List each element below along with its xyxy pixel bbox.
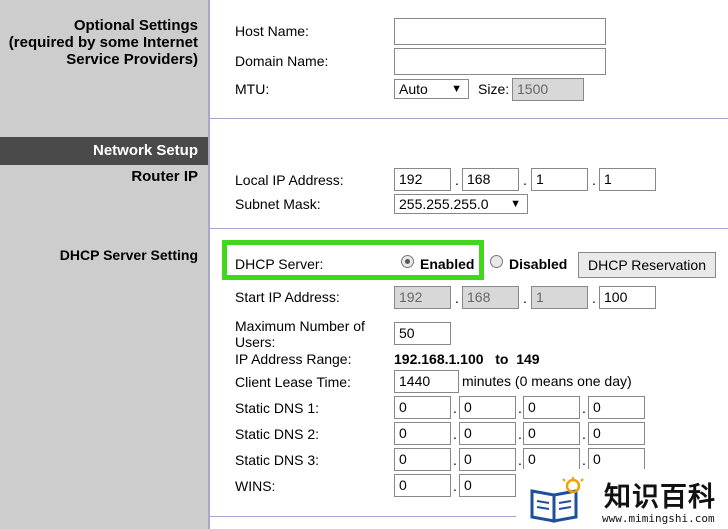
ip-dot: . bbox=[592, 290, 596, 306]
ip-dot: . bbox=[455, 172, 459, 188]
static-dns3-label: Static DNS 3: bbox=[235, 452, 320, 468]
dropdown-arrow-icon: ▼ bbox=[510, 198, 521, 210]
watermark-title: 知识百科 bbox=[604, 482, 716, 513]
ip-dot: . bbox=[582, 452, 586, 468]
domain-name-label: Domain Name: bbox=[235, 53, 329, 69]
ip-dot: . bbox=[523, 172, 527, 188]
optional-settings-note-line1: (required by some Internet bbox=[8, 34, 198, 51]
start-ip-octet-4[interactable]: 100 bbox=[599, 286, 656, 309]
start-ip-octet-2: 168 bbox=[462, 286, 519, 309]
static-dns3-octet-2[interactable]: 0 bbox=[459, 448, 516, 471]
dhcp-server-label: DHCP Server: bbox=[235, 256, 324, 272]
static-dns2-octet-1[interactable]: 0 bbox=[394, 422, 451, 445]
dhcp-enabled-label[interactable]: Enabled bbox=[420, 256, 474, 272]
dhcp-server-setting-heading: DHCP Server Setting bbox=[59, 247, 198, 263]
ip-dot: . bbox=[518, 400, 522, 416]
watermark-url: www.mimingshi.com bbox=[602, 512, 715, 525]
ip-dot: . bbox=[453, 478, 457, 494]
section-divider bbox=[210, 228, 728, 229]
dhcp-reservation-button[interactable]: DHCP Reservation bbox=[578, 252, 716, 278]
local-ip-octet-3[interactable]: 1 bbox=[531, 168, 588, 191]
dhcp-disabled-label[interactable]: Disabled bbox=[509, 256, 567, 272]
sidebar-border bbox=[208, 0, 210, 529]
ip-dot: . bbox=[582, 400, 586, 416]
local-ip-label: Local IP Address: bbox=[235, 172, 344, 188]
subnet-mask-select[interactable]: 255.255.255.0 ▼ bbox=[394, 194, 528, 214]
ip-dot: . bbox=[455, 290, 459, 306]
lease-time-label: Client Lease Time: bbox=[235, 374, 351, 390]
host-name-input[interactable] bbox=[394, 18, 606, 45]
optional-settings-title: Optional Settings bbox=[73, 17, 198, 34]
mtu-select[interactable]: Auto ▼ bbox=[394, 79, 469, 99]
ip-range-label: IP Address Range: bbox=[235, 351, 352, 367]
network-setup-label: Network Setup bbox=[92, 142, 198, 159]
max-users-input[interactable]: 50 bbox=[394, 322, 451, 345]
wins-octet-2[interactable]: 0 bbox=[459, 474, 516, 497]
static-dns2-octet-4[interactable]: 0 bbox=[588, 422, 645, 445]
lease-time-unit: minutes (0 means one day) bbox=[462, 373, 632, 389]
ip-range-value: 192.168.1.100 to 149 bbox=[394, 351, 540, 367]
subnet-mask-value: 255.255.255.0 bbox=[399, 196, 489, 212]
start-ip-label: Start IP Address: bbox=[235, 289, 340, 305]
local-ip-octet-1[interactable]: 192 bbox=[394, 168, 451, 191]
mtu-size-input[interactable]: 1500 bbox=[512, 78, 584, 101]
mtu-label: MTU: bbox=[235, 81, 270, 97]
start-ip-octet-1: 192 bbox=[394, 286, 451, 309]
host-name-label: Host Name: bbox=[235, 23, 309, 39]
local-ip-octet-4[interactable]: 1 bbox=[599, 168, 656, 191]
local-ip-octet-2[interactable]: 168 bbox=[462, 168, 519, 191]
max-users-label-line2: Users: bbox=[235, 334, 276, 350]
ip-dot: . bbox=[518, 452, 522, 468]
static-dns1-label: Static DNS 1: bbox=[235, 400, 320, 416]
network-setup-bar: Network Setup bbox=[0, 137, 208, 165]
start-ip-octet-3: 1 bbox=[531, 286, 588, 309]
ip-dot: . bbox=[453, 452, 457, 468]
static-dns1-octet-4[interactable]: 0 bbox=[588, 396, 645, 419]
router-ip-heading: Router IP bbox=[131, 168, 198, 185]
mtu-size-label: Size: bbox=[478, 81, 510, 97]
ip-dot: . bbox=[592, 172, 596, 188]
book-lightbulb-icon bbox=[530, 477, 584, 523]
max-users-label: Maximum Number of Users: bbox=[235, 318, 365, 350]
lease-time-input[interactable]: 1440 bbox=[394, 370, 459, 393]
static-dns3-octet-1[interactable]: 0 bbox=[394, 448, 451, 471]
ip-dot: . bbox=[453, 400, 457, 416]
ip-dot: . bbox=[453, 426, 457, 442]
optional-settings-note-line2: Service Providers) bbox=[66, 51, 198, 68]
dhcp-disabled-radio[interactable] bbox=[490, 255, 503, 268]
static-dns2-label: Static DNS 2: bbox=[235, 426, 320, 442]
static-dns1-octet-2[interactable]: 0 bbox=[459, 396, 516, 419]
watermark: 知识百科 www.mimingshi.com bbox=[516, 469, 728, 529]
static-dns1-octet-1[interactable]: 0 bbox=[394, 396, 451, 419]
subnet-mask-label: Subnet Mask: bbox=[235, 196, 321, 212]
optional-settings-heading: Optional Settings (required by some Inte… bbox=[9, 17, 198, 68]
static-dns1-octet-3[interactable]: 0 bbox=[523, 396, 580, 419]
static-dns3-octet-4[interactable]: 0 bbox=[588, 448, 645, 471]
section-divider bbox=[210, 118, 728, 119]
domain-name-input[interactable] bbox=[394, 48, 606, 75]
static-dns2-octet-3[interactable]: 0 bbox=[523, 422, 580, 445]
mtu-selected-value: Auto bbox=[399, 81, 428, 97]
sidebar: Optional Settings (required by some Inte… bbox=[0, 0, 208, 529]
dhcp-enabled-radio[interactable] bbox=[401, 255, 414, 268]
wins-octet-1[interactable]: 0 bbox=[394, 474, 451, 497]
ip-dot: . bbox=[582, 426, 586, 442]
ip-dot: . bbox=[523, 290, 527, 306]
static-dns3-octet-3[interactable]: 0 bbox=[523, 448, 580, 471]
wins-label: WINS: bbox=[235, 478, 276, 494]
static-dns2-octet-2[interactable]: 0 bbox=[459, 422, 516, 445]
dropdown-arrow-icon: ▼ bbox=[451, 83, 462, 95]
ip-dot: . bbox=[518, 426, 522, 442]
max-users-label-line1: Maximum Number of bbox=[235, 318, 365, 334]
